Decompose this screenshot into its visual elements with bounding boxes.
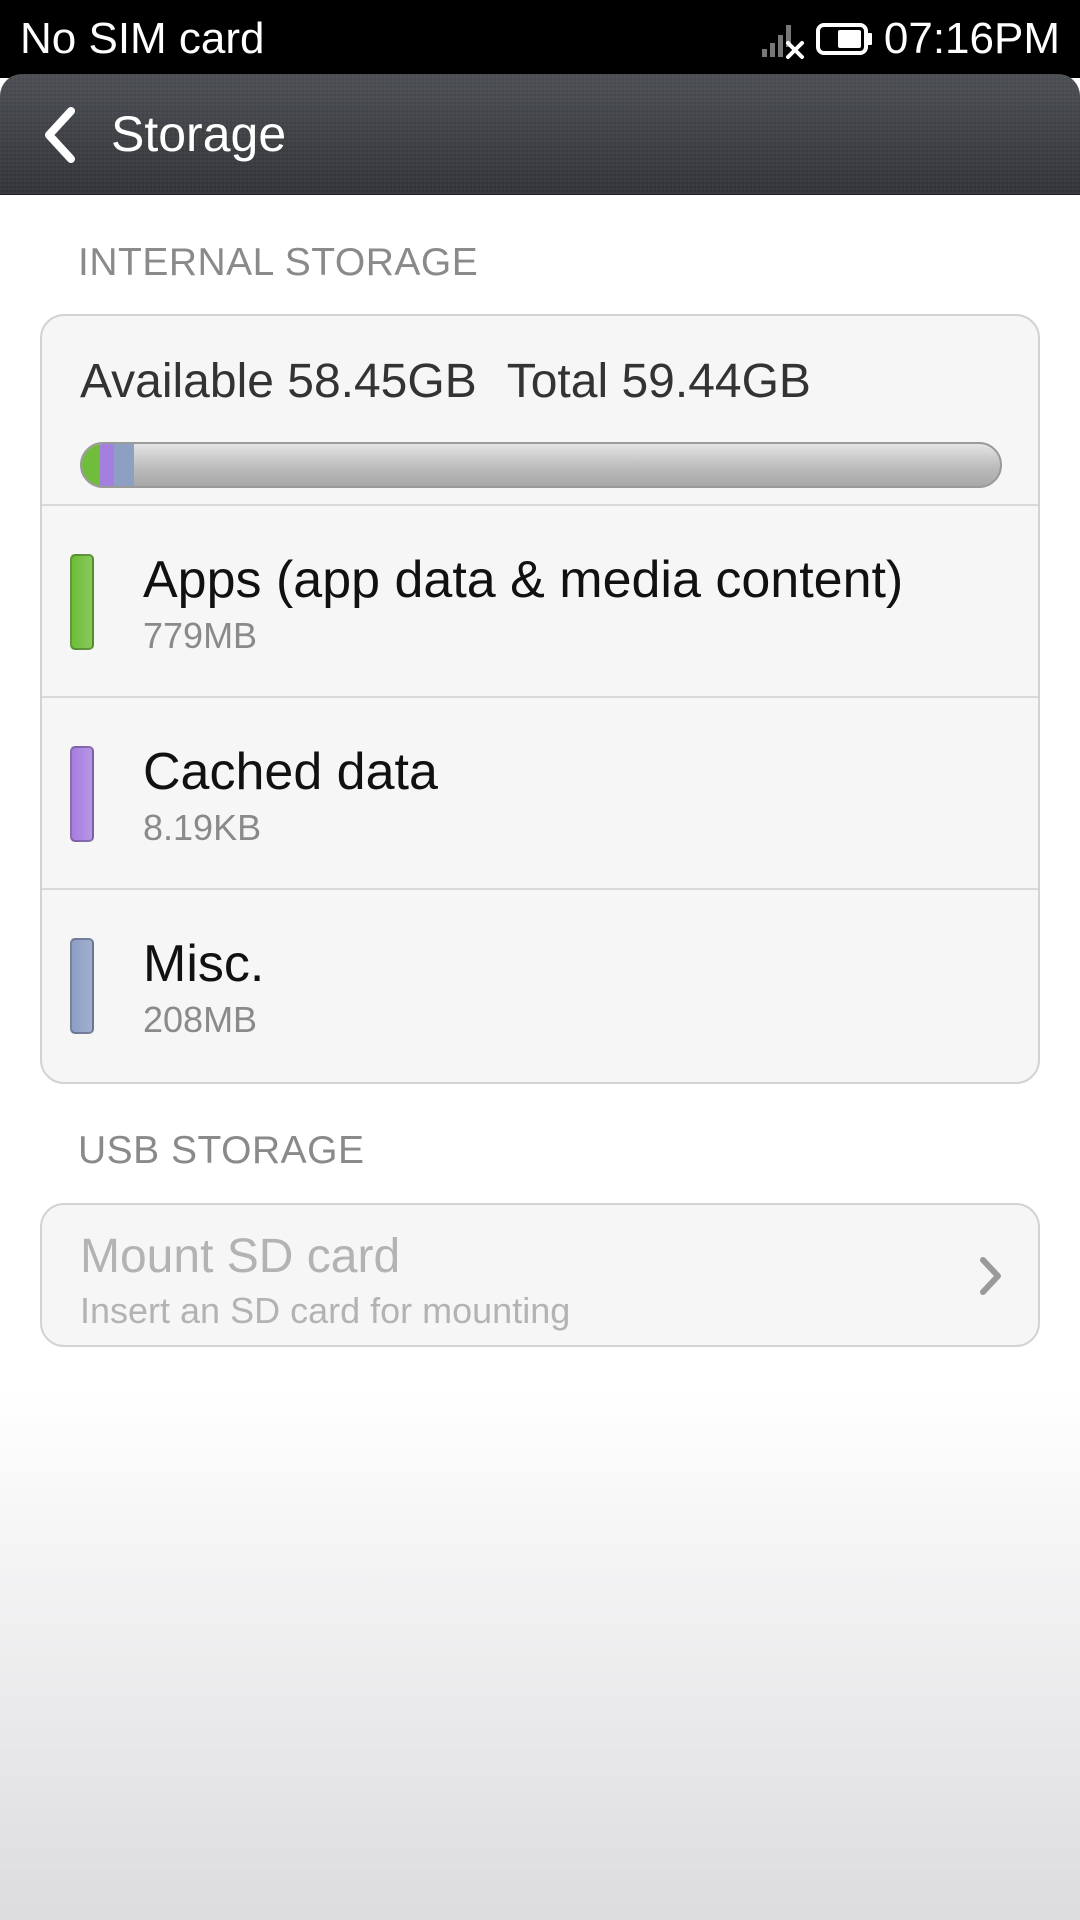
back-button[interactable] xyxy=(24,98,94,172)
status-indicators: 07:16PM xyxy=(760,10,1060,68)
storage-item-size: 8.19KB xyxy=(143,807,262,848)
storage-item-cached-data[interactable]: Cached data 8.19KB xyxy=(42,698,1038,890)
battery-icon xyxy=(815,23,872,55)
status-bar: No SIM card 07:16PM xyxy=(0,0,1080,78)
storage-item-apps[interactable]: Apps (app data & media content) 779MB xyxy=(42,506,1038,698)
usage-segment-cached xyxy=(100,444,114,486)
storage-summary-text: Available 58.45GB Total 59.44GB xyxy=(80,354,811,410)
total-space: Total 59.44GB xyxy=(506,355,811,408)
mount-sd-title: Mount SD card xyxy=(80,1230,401,1283)
internal-storage-card: Available 58.45GB Total 59.44GB Apps (ap… xyxy=(40,314,1040,1084)
carrier-text: No SIM card xyxy=(20,14,265,63)
storage-summary: Available 58.45GB Total 59.44GB xyxy=(42,316,1038,506)
chevron-right-icon xyxy=(978,1255,1004,1297)
clock: 07:16PM xyxy=(883,14,1060,63)
mount-sd-subtitle: Insert an SD card for mounting xyxy=(80,1290,571,1331)
available-space: Available 58.45GB xyxy=(80,355,477,408)
usb-storage-header: USB STORAGE xyxy=(78,1129,365,1172)
storage-item-label: Misc. xyxy=(143,935,265,993)
storage-item-size: 208MB xyxy=(143,999,258,1040)
internal-storage-header: INTERNAL STORAGE xyxy=(78,241,479,284)
usage-segment-misc xyxy=(114,444,134,486)
usage-segment-apps xyxy=(82,444,100,486)
misc-color-swatch xyxy=(70,938,94,1034)
action-bar: Storage xyxy=(0,74,1080,195)
storage-item-size: 779MB xyxy=(143,615,258,656)
storage-item-label: Apps (app data & media content) xyxy=(143,551,904,609)
storage-item-misc[interactable]: Misc. 208MB xyxy=(42,890,1038,1082)
apps-color-swatch xyxy=(70,554,94,650)
cached-color-swatch xyxy=(70,746,94,842)
storage-item-label: Cached data xyxy=(143,743,438,801)
mount-sd-card-item[interactable]: Mount SD card Insert an SD card for moun… xyxy=(40,1203,1040,1347)
signal-no-sim-icon xyxy=(761,25,804,59)
page-title: Storage xyxy=(111,106,287,162)
storage-usage-bar xyxy=(80,442,1002,488)
chevron-left-icon xyxy=(45,107,75,163)
